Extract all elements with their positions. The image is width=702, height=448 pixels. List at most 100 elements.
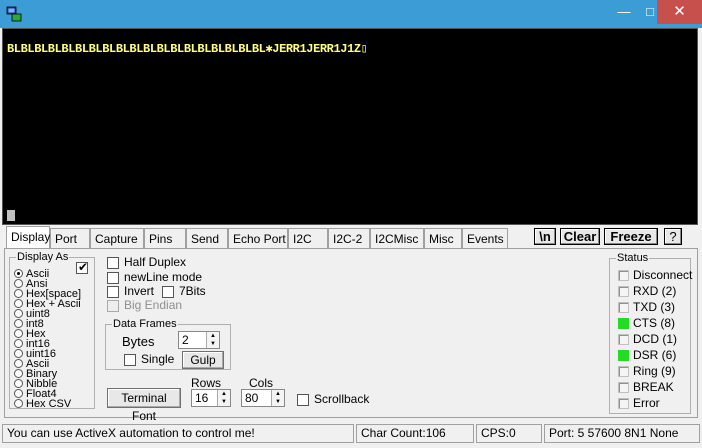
port-info: Port: 5 57600 8N1 None [544,424,700,443]
status-ring: Ring (9) [618,365,676,378]
status-led [618,270,629,282]
tab-i2cmisc[interactable]: I2CMisc [370,228,424,248]
radio-indicator [14,309,23,318]
tab-port[interactable]: Port [50,228,90,248]
status-label: DCD (1) [633,332,677,346]
spinner-arrows[interactable]: ▲ ▼ [206,332,219,348]
radio-indicator [14,369,23,378]
checkbox-label: 7Bits [179,284,206,298]
newline-mode-checkbox[interactable]: newLine mode [107,270,202,284]
status-message: You can use ActiveX automation to contro… [2,424,354,443]
radio-indicator [14,339,23,348]
display-as-group: Display As Ascii Ansi Hex[space] Hex + A… [9,251,95,410]
data-frames-legend: Data Frames [112,318,178,330]
radio-label: Hex CSV [26,398,72,410]
status-rxd: RXD (2) [618,285,676,298]
gulp-button[interactable]: Gulp [182,351,224,369]
tab-echo-port[interactable]: Echo Port [228,228,288,248]
tab-i2c[interactable]: I2C [288,228,328,248]
title-bar: — □ ✕ [0,0,702,28]
checkbox-label: Big Endian [124,298,183,312]
single-checkbox[interactable]: Single [124,352,174,366]
radio-indicator [14,279,23,288]
checkbox-label: Scrollback [314,392,370,406]
spin-down-icon[interactable]: ▼ [207,340,219,348]
checkbox-box [107,285,119,298]
display-panel: Display As Ascii Ansi Hex[space] Hex + A… [4,248,698,423]
newline-button[interactable]: \n [534,228,556,245]
tab-events[interactable]: Events [462,228,508,248]
status-txd: TXD (3) [618,301,675,314]
close-button[interactable]: ✕ [657,0,702,24]
display-as-checkbox[interactable] [76,260,88,274]
terminal-area[interactable]: BLBLBLBLBLBLBLBLBLBLBLBLBLBLBLBLBLBLBL✱J… [2,28,698,225]
spin-up-icon[interactable]: ▲ [207,332,219,340]
status-label: DSR (6) [633,348,677,362]
tab-display[interactable]: Display [6,226,50,248]
status-led [618,366,629,378]
char-count: Char Count:106 [356,424,474,443]
clear-button[interactable]: Clear [560,228,600,245]
terminal-font-button[interactable]: Terminal Font [107,388,181,423]
status-led [618,302,629,314]
spinner-arrows[interactable]: ▲ ▼ [271,390,284,406]
data-frames-group: Data Frames Bytes 2 ▲ ▼ Single Gulp [105,318,231,370]
spin-up-icon[interactable]: ▲ [218,390,230,398]
radio-indicator [14,399,23,408]
checkbox-box [107,299,119,312]
tab-misc[interactable]: Misc [424,228,462,248]
status-led [618,382,629,394]
minimize-button[interactable]: — [611,0,637,24]
rows-label: Rows [191,376,222,390]
checkbox-label: Half Duplex [124,255,187,269]
display-as-legend: Display As [16,251,70,263]
status-label: Ring (9) [633,364,676,378]
invert-checkbox[interactable]: Invert [107,284,154,298]
half-duplex-checkbox[interactable]: Half Duplex [107,255,186,269]
status-label: TXD (3) [633,300,675,314]
spin-up-icon[interactable]: ▲ [272,390,284,398]
status-disconnect[interactable]: Disconnect [618,269,692,282]
rows-spinner[interactable]: 16 ▲ ▼ [191,389,231,407]
tab-i2c-2[interactable]: I2C-2 [328,228,370,248]
radio-indicator [14,269,23,278]
rows-value: 16 [195,391,209,405]
cols-value: 80 [245,391,259,405]
cols-label: Cols [249,376,274,390]
spin-down-icon[interactable]: ▼ [272,398,284,406]
bytes-spinner[interactable]: 2 ▲ ▼ [178,331,220,349]
bytes-value: 2 [182,333,189,347]
radio-indicator [14,299,23,308]
tab-send[interactable]: Send [186,228,228,248]
status-led [618,286,629,298]
radio-indicator [14,319,23,328]
spin-down-icon[interactable]: ▼ [218,398,230,406]
cols-spinner[interactable]: 80 ▲ ▼ [241,389,285,407]
big-endian-checkbox[interactable]: Big Endian [107,298,182,312]
radio-indicator [14,349,23,358]
radio-hex-csv[interactable]: Hex CSV [14,398,72,410]
radio-indicator [14,359,23,368]
radio-indicator [14,329,23,338]
scrollback-checkbox[interactable]: Scrollback [297,392,369,406]
checkbox-label: newLine mode [124,270,203,284]
status-led [618,318,629,330]
status-led [618,350,629,362]
status-break[interactable]: BREAK [618,381,674,394]
status-legend: Status [616,252,650,264]
status-cts: CTS (8) [618,317,675,330]
checkbox-label: Single [141,352,175,366]
checkbox-box [107,256,119,269]
status-label: BREAK [633,380,674,394]
radio-indicator [14,389,23,398]
help-button[interactable]: ? [664,228,682,245]
checkbox-box [162,285,174,298]
tab-capture[interactable]: Capture [90,228,144,248]
freeze-button[interactable]: Freeze [604,228,658,245]
cps-readout: CPS:0 [476,424,542,443]
spinner-arrows[interactable]: ▲ ▼ [217,390,230,406]
status-label: CTS (8) [633,316,675,330]
seven-bits-checkbox[interactable]: 7Bits [162,284,206,298]
checkbox-box [297,393,309,406]
tab-pins[interactable]: Pins [144,228,186,248]
